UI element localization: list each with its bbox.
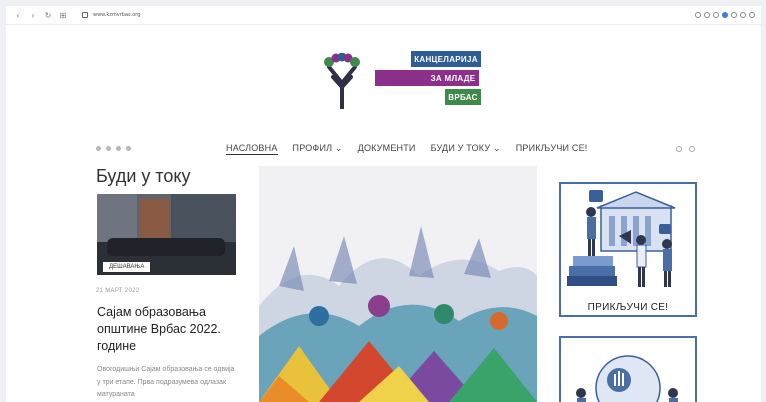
menu: НАСЛОВНА ПРОФИЛ ⌄ ДОКУМЕНТИ БУДИ У ТОКУ … — [226, 143, 588, 155]
join-banner[interactable]: ПРИКЉУЧИ СЕ! — [559, 182, 697, 317]
profile-icon[interactable] — [749, 12, 755, 18]
menu-item-profile[interactable]: ПРОФИЛ ⌄ — [293, 143, 343, 155]
main-navigation: НАСЛОВНА ПРОФИЛ ⌄ ДОКУМЕНТИ БУДИ У ТОКУ … — [6, 140, 761, 160]
blue-extension-icon[interactable] — [722, 12, 728, 18]
extensions-bar — [695, 12, 755, 18]
lock-icon — [82, 12, 88, 18]
heart-icon[interactable] — [740, 12, 746, 18]
browser-window: ‹ › ↻ ⊞ www.kzmvrbas.org КАНЦЕЛАРИЈА ЗА … — [6, 6, 761, 402]
menu-item-documents[interactable]: ДОКУМЕНТИ — [358, 143, 416, 155]
section-title: Буди у току — [96, 166, 191, 186]
zoom-icon[interactable] — [695, 12, 701, 18]
join-illustration — [567, 190, 676, 287]
social-links — [96, 146, 131, 151]
back-icon[interactable]: ‹ — [12, 9, 24, 21]
secondary-banner[interactable] — [559, 336, 697, 402]
join-banner-label: ПРИКЉУЧИ СЕ! — [587, 302, 669, 313]
logo-line-2: ЗА МЛАДЕ — [375, 70, 479, 86]
apps-icon[interactable]: ⊞ — [57, 9, 69, 21]
reload-icon[interactable]: ↻ — [42, 9, 54, 21]
crowd-silhouette-illustration — [259, 166, 537, 402]
forward-icon[interactable]: › — [27, 9, 39, 21]
twitter-icon[interactable] — [106, 146, 111, 151]
category-tag[interactable]: ДЕШАВАЊА — [103, 262, 151, 272]
facebook-icon[interactable] — [96, 146, 101, 151]
logo-line-1: КАНЦЕЛАРИЈА — [411, 51, 481, 67]
logo-emblem-icon — [324, 53, 360, 109]
site-logo[interactable]: КАНЦЕЛАРИЈА ЗА МЛАДЕ ВРБАС — [317, 51, 482, 111]
article-photo[interactable]: ДЕШАВАЊА — [97, 194, 236, 275]
article-excerpt: Овогодишњи Сајам образовања се одвија у … — [97, 366, 235, 398]
browser-toolbar: ‹ › ↻ ⊞ www.kzmvrbas.org — [6, 6, 761, 25]
menu-item-join[interactable]: ПРИКЉУЧИ СЕ! — [516, 143, 588, 155]
menu-item-stay-informed[interactable]: БУДИ У ТОКУ ⌄ — [431, 143, 501, 155]
instagram-icon[interactable] — [116, 146, 121, 151]
logo-line-3: ВРБАС — [445, 89, 481, 105]
article-date: 21 МАРТ 2022 — [96, 288, 140, 294]
address-bar[interactable]: www.kzmvrbas.org — [93, 12, 140, 18]
user-icon[interactable] — [689, 146, 695, 152]
search-icon[interactable] — [676, 146, 682, 152]
play-icon[interactable] — [731, 12, 737, 18]
hero-image[interactable] — [259, 166, 537, 402]
article-headline[interactable]: Сајам образовања општине Врбас 2022. год… — [97, 304, 237, 355]
hand-illustration — [576, 355, 678, 402]
translate-icon[interactable] — [704, 12, 710, 18]
menu-item-home[interactable]: НАСЛОВНА — [226, 143, 278, 155]
extension-icon[interactable] — [713, 12, 719, 18]
youtube-icon[interactable] — [126, 146, 131, 151]
nav-tools — [676, 146, 695, 152]
